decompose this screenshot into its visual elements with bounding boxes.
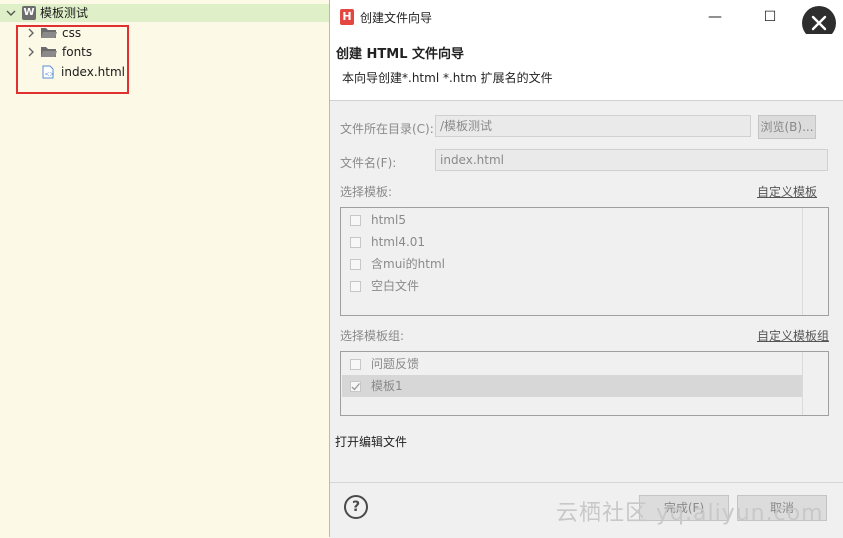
filename-label: 文件名(F): [340, 156, 397, 170]
maximize-button[interactable]: ☐ [755, 6, 785, 28]
wizard-description: 本向导创建*.html *.htm 扩展名的文件 [342, 71, 553, 85]
watermark: 云栖社区 yq.aliyun.com [556, 501, 824, 526]
tree-root-row[interactable]: W 模板测试 [0, 4, 330, 22]
list-item[interactable]: html4.01 [342, 231, 802, 253]
directory-label: 文件所在目录(C): [340, 122, 434, 136]
custom-template-group-link[interactable]: 自定义模板组 [757, 327, 829, 344]
project-name: 模板测试 [40, 6, 89, 20]
directory-field[interactable]: /模板测试 [435, 115, 751, 137]
list-item[interactable]: 空白文件 [342, 275, 802, 297]
list-item[interactable]: 问题反馈 [342, 353, 802, 375]
checkbox-checked[interactable] [350, 380, 361, 392]
list-item-label: 含mui的html [371, 257, 445, 271]
dialog-titlebar[interactable]: H 创建文件向导 — ☐ [330, 0, 843, 40]
browse-button[interactable]: 浏览(B)... [758, 115, 816, 139]
custom-template-link[interactable]: 自定义模板 [757, 183, 817, 200]
list-item-label: html5 [371, 213, 406, 227]
dialog-footer: ? 完成(F) 取消 云栖社区 yq.aliyun.com [330, 482, 843, 538]
checkbox[interactable] [350, 258, 361, 270]
filename-field[interactable]: index.html [435, 149, 828, 171]
checkbox[interactable] [350, 280, 361, 292]
list-item-label: html4.01 [371, 235, 426, 249]
template-group-list[interactable]: 问题反馈 模板1 [340, 351, 829, 416]
wizard-header: 创建 HTML 文件向导 本向导创建*.html *.htm 扩展名的文件 [330, 34, 843, 101]
new-file-wizard-dialog: H 创建文件向导 — ☐ 创建 HTML 文件向导 本向导创建*.html *.… [329, 0, 843, 538]
template-group-label: 选择模板组: [340, 329, 405, 343]
dialog-title: 创建文件向导 [360, 11, 433, 25]
checkbox[interactable] [350, 358, 361, 370]
help-icon[interactable]: ? [344, 495, 368, 519]
hbuilder-icon: H [340, 9, 354, 25]
checkbox[interactable] [350, 214, 361, 226]
list-item[interactable]: 含mui的html [342, 253, 802, 275]
checkmark-icon [351, 382, 360, 390]
checkbox[interactable] [350, 236, 361, 248]
scrollbar[interactable] [802, 352, 828, 415]
list-item-selected[interactable]: 模板1 [342, 375, 802, 397]
list-item[interactable]: html5 [342, 209, 802, 231]
list-item-label: 模板1 [371, 379, 403, 393]
list-item-label: 空白文件 [371, 279, 420, 293]
template-label: 选择模板: [340, 185, 393, 199]
minimize-button[interactable]: — [700, 6, 730, 28]
list-item-label: 问题反馈 [371, 357, 420, 371]
scrollbar[interactable] [802, 208, 828, 315]
project-explorer: W 模板测试 css fonts <> index.html [0, 0, 330, 537]
highlight-annotation-box [16, 25, 129, 94]
template-list[interactable]: html5 html4.01 含mui的html 空白文件 [340, 207, 829, 316]
project-w-icon: W [22, 6, 36, 20]
open-editor-option[interactable]: 打开编辑文件 [335, 433, 407, 450]
wizard-title: 创建 HTML 文件向导 [336, 47, 465, 62]
chevron-down-icon[interactable] [6, 8, 16, 18]
